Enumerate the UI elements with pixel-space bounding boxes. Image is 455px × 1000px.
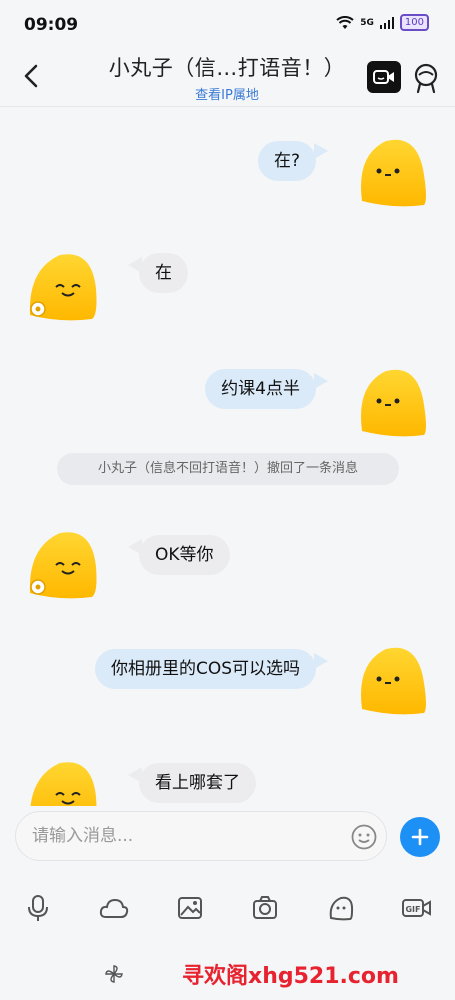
gallery-button[interactable] — [166, 888, 214, 928]
chat-header: 小丸子（信…打语音！） 查看IP属地 — [0, 48, 455, 107]
watermark: 寻欢阁xhg521.com — [182, 964, 399, 989]
gif-icon: GIF — [402, 899, 431, 917]
footer: 寻欢阁xhg521.com — [0, 952, 455, 1000]
contact-avatar[interactable] — [26, 757, 100, 807]
pinwheel-icon — [105, 965, 123, 983]
signal-icon — [379, 16, 394, 29]
emoji-icon[interactable] — [351, 824, 377, 850]
my-avatar[interactable] — [354, 365, 428, 439]
message-bubble[interactable]: 在 — [139, 253, 188, 293]
image-icon — [178, 897, 202, 919]
voice-button[interactable] — [14, 888, 62, 928]
more-actions-button[interactable] — [400, 817, 440, 857]
composer: 请输入消息... — [0, 806, 455, 868]
network-label: 5G — [360, 17, 374, 28]
cloud-icon — [99, 898, 129, 918]
my-avatar[interactable] — [354, 135, 428, 209]
cloud-button[interactable] — [90, 888, 138, 928]
camera-button[interactable] — [241, 888, 289, 928]
bubble-tail — [314, 653, 328, 669]
message-bubble[interactable]: 你相册里的COS可以选吗 — [94, 649, 316, 689]
contact-avatar[interactable] — [26, 527, 100, 601]
wifi-icon — [336, 15, 354, 29]
status-time: 09:09 — [24, 15, 79, 35]
message-bubble[interactable]: 在? — [257, 141, 316, 181]
sticker-icon — [329, 896, 354, 921]
my-avatar[interactable] — [354, 643, 428, 717]
message-list[interactable]: 在? 在 约课4点半 小丸子（信息不回打语音！）撤回了一条消息 OK等你 你相册… — [0, 107, 455, 807]
recall-notice: 小丸子（信息不回打语音！）撤回了一条消息 — [57, 453, 399, 485]
contact-avatar[interactable] — [26, 249, 100, 323]
message-bubble[interactable]: 看上哪套了 — [139, 763, 256, 803]
message-input[interactable]: 请输入消息... — [15, 811, 387, 861]
bubble-tail — [314, 143, 328, 159]
battery-indicator: 100 — [399, 14, 429, 31]
video-camera-icon — [373, 70, 394, 84]
message-bubble[interactable]: OK等你 — [139, 535, 230, 575]
camera-icon — [253, 896, 277, 919]
composer-toolbar: GIF — [0, 868, 455, 952]
profile-icon[interactable] — [411, 62, 441, 94]
ip-location-link[interactable]: 查看IP属地 — [92, 84, 362, 103]
gif-button[interactable]: GIF — [393, 888, 441, 928]
microphone-icon — [28, 895, 48, 921]
message-bubble[interactable]: 约课4点半 — [205, 369, 316, 409]
bubble-tail — [314, 373, 328, 389]
sticker-button[interactable] — [317, 888, 365, 928]
gif-label: GIF — [405, 905, 420, 914]
back-arrow-icon[interactable] — [18, 60, 46, 92]
chat-title-area[interactable]: 小丸子（信…打语音！） 查看IP属地 — [92, 52, 362, 103]
video-call-button[interactable] — [367, 61, 401, 93]
contact-name: 小丸子（信…打语音！） — [108, 56, 346, 80]
status-bar: 09:09 5G 100 — [0, 0, 455, 48]
plus-icon — [411, 828, 429, 846]
status-icons: 5G 100 — [336, 14, 429, 31]
